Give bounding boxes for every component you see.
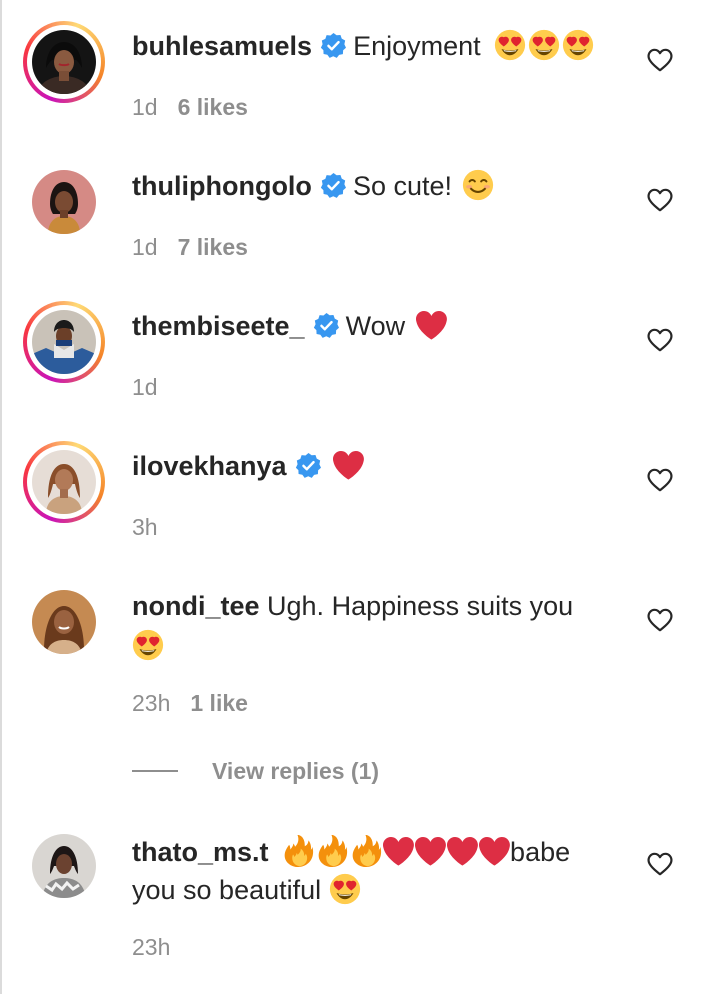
avatar-wrapper[interactable]	[32, 834, 96, 898]
heart-eyes-emoji	[562, 29, 594, 61]
avatar	[32, 30, 96, 94]
timestamp[interactable]: 1d	[132, 94, 158, 120]
replies-divider-line	[132, 770, 178, 772]
comment-meta: 3h	[132, 514, 178, 541]
comment-text: Ugh. Happiness suits you	[267, 591, 574, 621]
like-count[interactable]: 1 like	[190, 690, 248, 716]
comment-body: buhlesamuels Enjoyment	[132, 27, 602, 65]
comment-text: So cute!	[352, 171, 452, 201]
verified-badge-icon	[320, 172, 347, 199]
avatar-story-ring[interactable]	[23, 441, 105, 523]
verified-badge-icon	[295, 452, 322, 479]
comment-body: thuliphongolo So cute!	[132, 167, 602, 205]
avatar-story-ring[interactable]	[23, 301, 105, 383]
comment-text: Enjoyment	[353, 31, 481, 61]
like-count[interactable]: 6 likes	[178, 94, 248, 120]
comment-meta: 23h 1 like	[132, 690, 248, 717]
avatar-wrapper[interactable]	[32, 590, 96, 654]
comment-body: nondi_tee Ugh. Happiness suits you	[132, 587, 602, 665]
comment-meta: 1d 7 likes	[132, 234, 248, 261]
heart-outline-icon[interactable]	[647, 328, 673, 352]
username[interactable]: thato_ms.t	[132, 837, 269, 867]
avatar	[32, 590, 96, 654]
heart-eyes-emoji	[329, 873, 361, 905]
timestamp[interactable]: 3h	[132, 514, 158, 540]
username[interactable]: thuliphongolo	[132, 171, 312, 201]
timestamp[interactable]: 23h	[132, 934, 170, 960]
view-replies-button[interactable]: View replies (1)	[132, 756, 379, 786]
red-heart-emoji	[446, 835, 478, 867]
heart-outline-icon[interactable]	[647, 852, 673, 876]
username[interactable]: thembiseete_	[132, 311, 305, 341]
verified-badge-icon	[320, 32, 347, 59]
left-divider	[0, 0, 2, 994]
verified-badge-icon	[313, 312, 340, 339]
red-heart-emoji	[332, 449, 364, 481]
emoji-group	[488, 31, 594, 61]
heart-outline-icon[interactable]	[647, 188, 673, 212]
username[interactable]: nondi_tee	[132, 591, 260, 621]
timestamp[interactable]: 1d	[132, 374, 158, 400]
heart-outline-icon[interactable]	[647, 48, 673, 72]
comment-body: thato_ms.t babe you so beautiful	[132, 833, 602, 909]
avatar	[32, 170, 96, 234]
red-heart-emoji	[414, 835, 446, 867]
comment-text: babe	[510, 837, 571, 867]
heart-eyes-emoji	[132, 629, 164, 661]
avatar	[32, 310, 96, 374]
view-replies-label: View replies (1)	[212, 757, 380, 784]
comment-meta: 1d	[132, 374, 178, 401]
comment-body: thembiseete_ Wow	[132, 307, 602, 345]
like-count[interactable]: 7 likes	[178, 234, 248, 260]
fire-emoji	[350, 835, 382, 867]
smiling-face-emoji	[462, 169, 494, 201]
red-heart-emoji	[478, 835, 510, 867]
username[interactable]: buhlesamuels	[132, 31, 312, 61]
heart-outline-icon[interactable]	[647, 608, 673, 632]
heart-eyes-emoji	[528, 29, 560, 61]
username[interactable]: ilovekhanya	[132, 451, 287, 481]
avatar-wrapper[interactable]	[32, 170, 96, 234]
comment-text-continued: you so beautiful	[132, 875, 322, 905]
avatar-story-ring[interactable]	[23, 21, 105, 103]
avatar	[32, 450, 96, 514]
comment-meta: 23h	[132, 934, 190, 961]
comment-body: ilovekhanya	[132, 447, 602, 485]
fire-emoji	[316, 835, 348, 867]
red-heart-emoji	[415, 309, 447, 341]
red-heart-emoji	[382, 835, 414, 867]
comment-meta: 1d 6 likes	[132, 94, 248, 121]
timestamp[interactable]: 23h	[132, 690, 170, 716]
heart-outline-icon[interactable]	[647, 468, 673, 492]
fire-emoji	[282, 835, 314, 867]
avatar	[32, 834, 96, 898]
timestamp[interactable]: 1d	[132, 234, 158, 260]
heart-eyes-emoji	[494, 29, 526, 61]
comment-text: Wow	[345, 311, 406, 341]
